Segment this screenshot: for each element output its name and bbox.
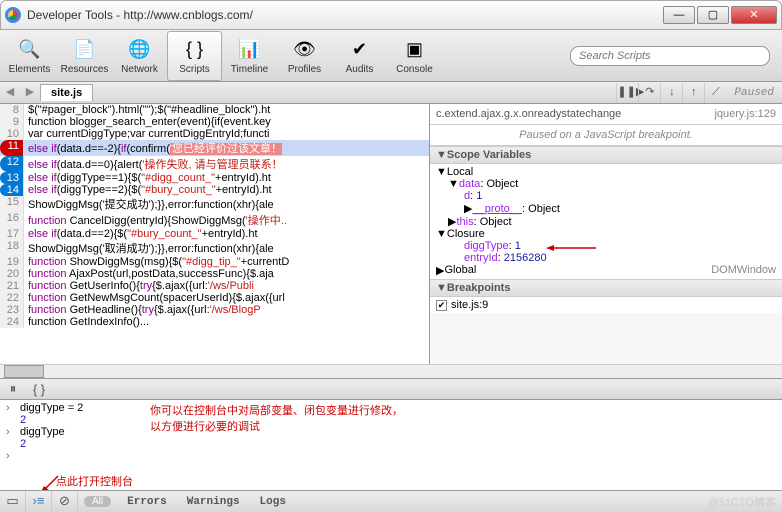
timeline-tab[interactable]: 📊Timeline xyxy=(222,31,277,81)
filter-all[interactable]: All xyxy=(84,496,111,507)
console-tab[interactable]: ▣Console xyxy=(387,31,442,81)
bp-checkbox[interactable]: ✔ xyxy=(436,300,447,311)
console-braces-icon[interactable]: { } xyxy=(26,382,52,397)
scope-section[interactable]: ▼Scope Variables xyxy=(430,146,782,164)
chrome-icon xyxy=(5,7,21,23)
h-scrollbar[interactable] xyxy=(0,364,782,378)
annotation-open: 点此打开控制台 xyxy=(56,473,133,489)
filter-logs[interactable]: Logs xyxy=(250,496,296,508)
annotation-modify: 你可以在控制台中对局部变量、闭包变量进行修改， 以方便进行必要的调试 xyxy=(150,402,403,434)
network-tab[interactable]: 🌐Network xyxy=(112,31,167,81)
network-icon: 🌐 xyxy=(127,37,153,63)
step-over-button[interactable]: ↷ xyxy=(638,83,660,103)
window-title: Developer Tools - http://www.cnblogs.com… xyxy=(27,8,663,22)
breakpoint-item[interactable]: site.js:9 xyxy=(451,299,488,311)
profiles-tab[interactable]: 👁Profiles xyxy=(277,31,332,81)
tabstrip: ◀ ▶ site.js ❚❚▶ ↷ ↓ ↑ ⟋ Paused xyxy=(0,82,782,104)
audits-tab[interactable]: ✔Audits xyxy=(332,31,387,81)
filter-warnings[interactable]: Warnings xyxy=(177,496,250,508)
maximize-button[interactable]: ▢ xyxy=(697,6,729,24)
scope-pane[interactable]: c.extend.ajax.g.x.onreadystatechange jqu… xyxy=(430,104,782,364)
elements-icon: 🔍 xyxy=(17,37,43,63)
callstack-loc: jquery.js:129 xyxy=(714,108,776,120)
callstack-row[interactable]: c.extend.ajax.g.x.onreadystatechange jqu… xyxy=(430,104,782,125)
nav-back[interactable]: ◀ xyxy=(0,83,20,103)
console-output: 2 xyxy=(6,438,776,450)
breakpoints-section[interactable]: ▼Breakpoints xyxy=(430,279,782,297)
nav-fwd[interactable]: ▶ xyxy=(20,83,40,103)
code-pane[interactable]: 8$("#pager_block").html("");$("#headline… xyxy=(0,104,430,364)
step-out-button[interactable]: ↑ xyxy=(682,83,704,103)
close-button[interactable]: ✕ xyxy=(731,6,777,24)
paused-label: Paused xyxy=(726,87,782,99)
watermark: @51CTO博客 xyxy=(708,494,776,510)
console-input: diggType = 2 xyxy=(20,402,83,414)
deactivate-bp-button[interactable]: ⟋ xyxy=(704,83,726,103)
scope-local[interactable]: Local xyxy=(447,166,473,178)
resources-tab[interactable]: 📄Resources xyxy=(57,31,112,81)
scripts-icon: { } xyxy=(182,37,208,63)
elements-tab[interactable]: 🔍Elements xyxy=(2,31,57,81)
console[interactable]: ›diggType = 2 2 ›diggType 2 › 你可以在控制台中对局… xyxy=(0,400,782,490)
profiles-icon: 👁 xyxy=(292,37,318,63)
callstack-fn: c.extend.ajax.g.x.onreadystatechange xyxy=(436,108,621,120)
scope-global[interactable]: Global xyxy=(444,264,476,277)
timeline-icon: 📊 xyxy=(237,37,263,63)
search-input[interactable] xyxy=(570,46,770,66)
console-icon: ▣ xyxy=(402,37,428,63)
scripts-tab[interactable]: { }Scripts xyxy=(167,31,222,81)
pause-button[interactable]: ❚❚▶ xyxy=(616,83,638,103)
resources-icon: 📄 xyxy=(72,37,98,63)
console-input: diggType xyxy=(20,426,65,438)
console-pause-icon[interactable]: ⏸ xyxy=(0,381,26,397)
breakpoint-msg: Paused on a JavaScript breakpoint. xyxy=(430,125,782,146)
titlebar: Developer Tools - http://www.cnblogs.com… xyxy=(0,0,782,30)
minimize-button[interactable]: — xyxy=(663,6,695,24)
file-tab[interactable]: site.js xyxy=(40,84,93,101)
audits-icon: ✔ xyxy=(347,37,373,63)
step-into-button[interactable]: ↓ xyxy=(660,83,682,103)
toolbar: 🔍Elements 📄Resources 🌐Network { }Scripts… xyxy=(0,30,782,82)
scope-closure[interactable]: Closure xyxy=(447,228,485,240)
filter-errors[interactable]: Errors xyxy=(117,496,177,508)
